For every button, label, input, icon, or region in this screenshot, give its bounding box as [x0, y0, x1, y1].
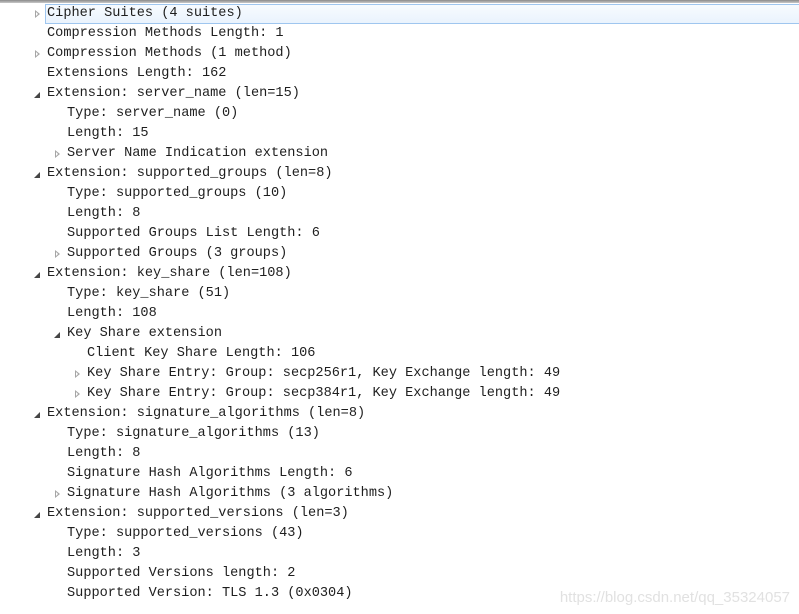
tree-row-label: Type: supported_versions (43)	[67, 526, 304, 541]
watermark: https://blog.csdn.net/qq_35324057	[559, 589, 790, 606]
collapse-triangle-icon[interactable]	[51, 324, 63, 344]
tree-row-label: Length: 108	[67, 306, 157, 321]
collapse-triangle-icon[interactable]	[31, 164, 43, 184]
tree-row-label: Type: supported_groups (10)	[67, 186, 288, 201]
tree-row-label: Supported Groups (3 groups)	[67, 246, 288, 261]
triangle-down-icon	[34, 411, 40, 418]
triangle-right-icon	[34, 10, 40, 18]
tree-row[interactable]: Key Share Entry: Group: secp256r1, Key E…	[0, 364, 799, 384]
tree-row[interactable]: Supported Groups List Length: 6	[0, 224, 799, 244]
triangle-down-icon	[34, 271, 40, 278]
collapse-triangle-icon[interactable]	[31, 84, 43, 104]
tree-row-label: Type: server_name (0)	[67, 106, 239, 121]
tree-row-label: Length: 3	[67, 546, 141, 561]
tree-row-label: Key Share Entry: Group: secp256r1, Key E…	[87, 366, 561, 381]
tree-row[interactable]: Supported Groups (3 groups)	[0, 244, 799, 264]
tree-row-label: Extension: supported_groups (len=8)	[47, 166, 333, 181]
packet-details-tree[interactable]: Cipher Suites (4 suites) Compression Meth…	[0, 4, 799, 604]
tree-row-label: Type: signature_algorithms (13)	[67, 426, 320, 441]
tree-row-label: Key Share extension	[67, 326, 222, 341]
tree-row-label: Supported Versions length: 2	[67, 566, 296, 581]
tree-row[interactable]: Type: supported_versions (43)	[0, 524, 799, 544]
tree-row-label: Compression Methods Length: 1	[47, 26, 284, 41]
tree-row[interactable]: Type: signature_algorithms (13)	[0, 424, 799, 444]
triangle-right-icon	[74, 390, 80, 398]
triangle-right-icon	[34, 50, 40, 58]
expand-triangle-icon[interactable]	[51, 244, 63, 264]
tree-row-label: Signature Hash Algorithms (3 algorithms)	[67, 486, 394, 501]
tree-row[interactable]: Signature Hash Algorithms Length: 6	[0, 464, 799, 484]
triangle-right-icon	[54, 150, 60, 158]
expand-triangle-icon[interactable]	[51, 484, 63, 504]
tree-row-label: Compression Methods (1 method)	[47, 46, 292, 61]
tree-row[interactable]: Extension: supported_versions (len=3)	[0, 504, 799, 524]
tree-row-label: Signature Hash Algorithms Length: 6	[67, 466, 353, 481]
tree-row[interactable]: Length: 108	[0, 304, 799, 324]
triangle-right-icon	[54, 490, 60, 498]
tree-row[interactable]: Client Key Share Length: 106	[0, 344, 799, 364]
tree-row-label: Supported Groups List Length: 6	[67, 226, 320, 241]
tree-row-label: Type: key_share (51)	[67, 286, 231, 301]
tree-row-label: Extensions Length: 162	[47, 66, 227, 81]
triangle-down-icon	[34, 171, 40, 178]
triangle-down-icon	[34, 91, 40, 98]
tree-row[interactable]: Key Share extension	[0, 324, 799, 344]
tree-row[interactable]: Type: key_share (51)	[0, 284, 799, 304]
expand-triangle-icon[interactable]	[51, 144, 63, 164]
triangle-down-icon	[34, 511, 40, 518]
tree-row[interactable]: Extension: key_share (len=108)	[0, 264, 799, 284]
collapse-triangle-icon[interactable]	[31, 404, 43, 424]
tree-row[interactable]: Compression Methods Length: 1	[0, 24, 799, 44]
tree-row-label: Cipher Suites (4 suites)	[47, 6, 243, 21]
triangle-down-icon	[54, 331, 60, 338]
tree-row[interactable]: Length: 15	[0, 124, 799, 144]
tree-row-label: Extension: server_name (len=15)	[47, 86, 300, 101]
tree-row[interactable]: Server Name Indication extension	[0, 144, 799, 164]
collapse-triangle-icon[interactable]	[31, 504, 43, 524]
collapse-triangle-icon[interactable]	[31, 264, 43, 284]
tree-row[interactable]: Type: server_name (0)	[0, 104, 799, 124]
tree-row[interactable]: Extension: supported_groups (len=8)	[0, 164, 799, 184]
tree-row[interactable]: Cipher Suites (4 suites)	[0, 4, 799, 24]
tree-row[interactable]: Length: 8	[0, 204, 799, 224]
tree-row-label: Extension: signature_algorithms (len=8)	[47, 406, 366, 421]
expand-triangle-icon[interactable]	[71, 364, 83, 384]
tree-row[interactable]: Length: 8	[0, 444, 799, 464]
tree-row[interactable]: Extension: server_name (len=15)	[0, 84, 799, 104]
tree-row[interactable]: Compression Methods (1 method)	[0, 44, 799, 64]
tree-row-label: Extension: key_share (len=108)	[47, 266, 292, 281]
tree-row[interactable]: Extension: signature_algorithms (len=8)	[0, 404, 799, 424]
expand-triangle-icon[interactable]	[31, 4, 43, 24]
tree-row-label: Client Key Share Length: 106	[87, 346, 316, 361]
tree-row-label: Extension: supported_versions (len=3)	[47, 506, 349, 521]
triangle-right-icon	[54, 250, 60, 258]
tree-row[interactable]: Signature Hash Algorithms (3 algorithms)	[0, 484, 799, 504]
tree-row[interactable]: Length: 3	[0, 544, 799, 564]
tree-row[interactable]: Type: supported_groups (10)	[0, 184, 799, 204]
tree-row-label: Length: 8	[67, 446, 141, 461]
tree-row[interactable]: Supported Versions length: 2	[0, 564, 799, 584]
expand-triangle-icon[interactable]	[71, 384, 83, 404]
tree-row-label: Server Name Indication extension	[67, 146, 329, 161]
tree-row-label: Length: 8	[67, 206, 141, 221]
expand-triangle-icon[interactable]	[31, 44, 43, 64]
tree-row[interactable]: Extensions Length: 162	[0, 64, 799, 84]
tree-row-label: Supported Version: TLS 1.3 (0x0304)	[67, 586, 353, 601]
tree-row-label: Key Share Entry: Group: secp384r1, Key E…	[87, 386, 561, 401]
pane-top-border	[0, 0, 799, 3]
tree-row[interactable]: Key Share Entry: Group: secp384r1, Key E…	[0, 384, 799, 404]
triangle-right-icon	[74, 370, 80, 378]
tree-row-label: Length: 15	[67, 126, 149, 141]
